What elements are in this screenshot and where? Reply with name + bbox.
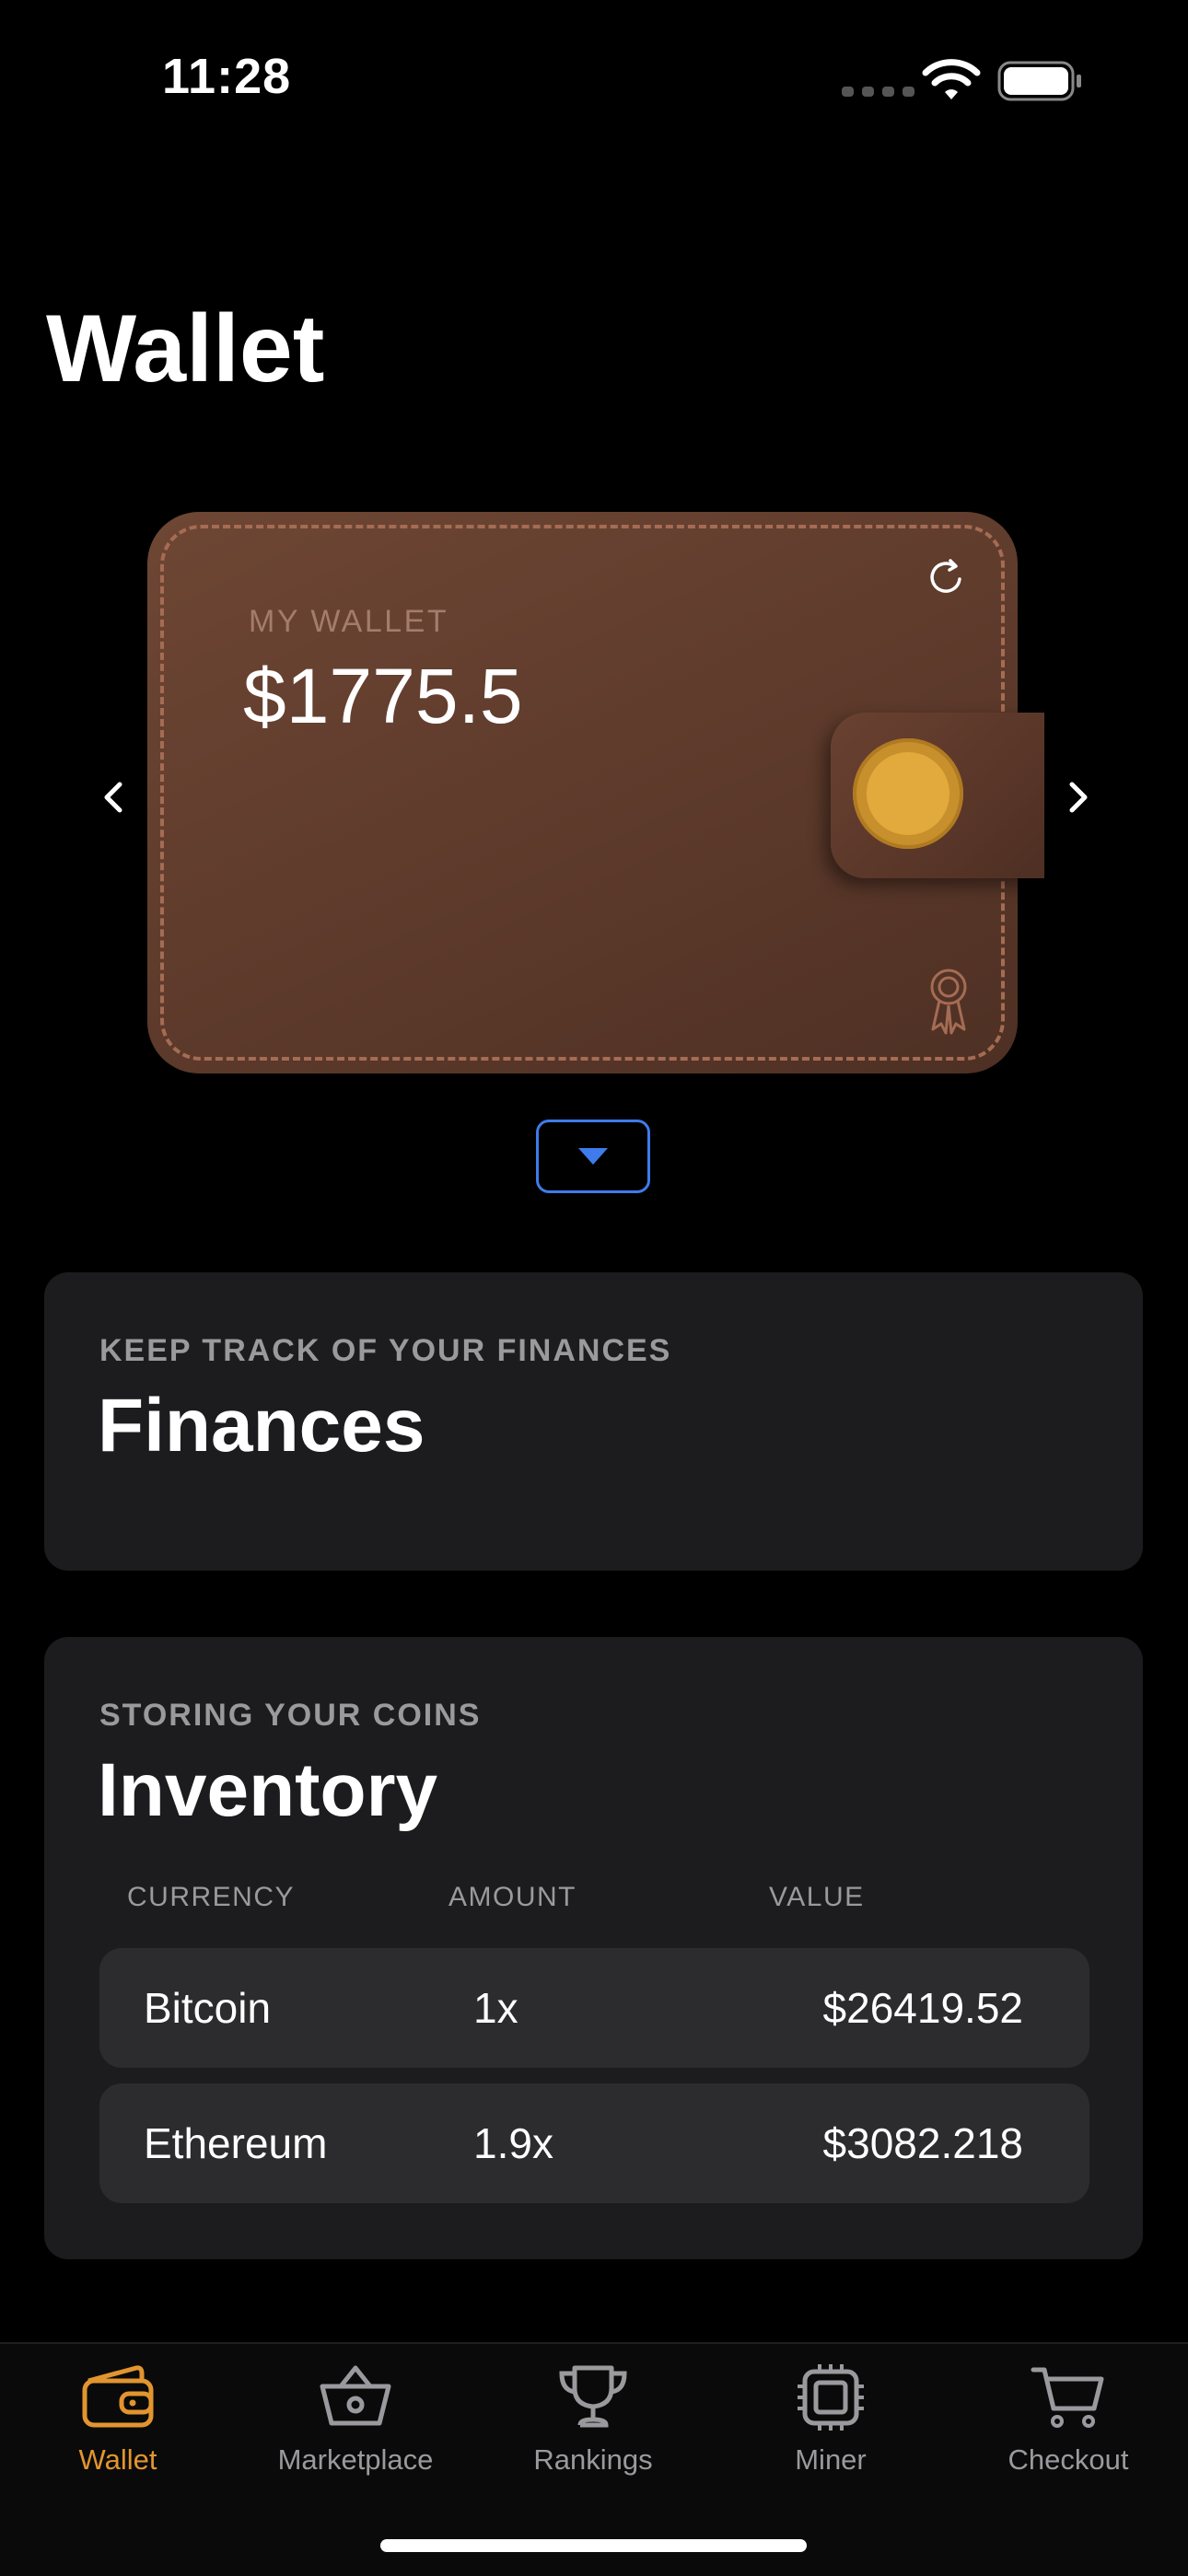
tab-label: Miner [795,2443,867,2476]
finances-title: Finances [98,1384,425,1468]
tab-miner[interactable]: Miner [729,2362,932,2477]
column-header-amount: AMOUNT [448,1882,577,1912]
caret-down-icon [578,1148,608,1165]
trophy-icon [559,2365,627,2428]
inventory-card: STORING YOUR COINS Inventory CURRENCY AM… [44,1637,1143,2259]
battery-icon [997,61,1081,101]
table-row[interactable]: Bitcoin 1x $26419.52 [99,1948,1089,2068]
currency-cell: Bitcoin [144,1984,272,2032]
tab-checkout[interactable]: Checkout [967,2362,1170,2477]
wallet-card[interactable]: MY WALLET $1775.5 [147,512,1044,1073]
home-indicator [380,2539,807,2552]
wallet-balance: $1775.5 [243,653,523,739]
finances-card[interactable]: KEEP TRACK OF YOUR FINANCES Finances [44,1272,1143,1571]
wallet-clasp [831,713,1044,878]
table-row[interactable]: Ethereum 1.9x $3082.218 [99,2083,1089,2203]
tab-label: Checkout [1007,2443,1129,2476]
tab-wallet[interactable]: Wallet [17,2362,219,2477]
inventory-eyebrow: STORING YOUR COINS [99,1698,482,1733]
status-time: 11:28 [162,49,292,104]
inventory-title: Inventory [98,1748,438,1832]
chevron-left-icon[interactable] [96,779,133,816]
currency-cell: Ethereum [144,2119,328,2167]
amount-cell: 1x [473,1984,518,2032]
expand-wallet-button[interactable] [536,1120,650,1193]
refresh-icon[interactable] [924,554,970,600]
coin-icon [853,738,963,849]
tab-rankings[interactable]: Rankings [492,2362,694,2477]
tab-marketplace[interactable]: Marketplace [254,2362,457,2477]
tab-label: Marketplace [277,2443,434,2476]
wallet-label: MY WALLET [249,604,449,639]
value-cell: $26419.52 [822,1984,1023,2032]
award-ribbon-icon [930,969,967,1035]
tab-label: Wallet [78,2443,157,2476]
chevron-right-icon[interactable] [1059,779,1096,816]
wifi-icon [922,59,981,99]
tab-label: Rankings [533,2443,653,2476]
basket-icon [320,2365,391,2426]
cellular-signal-icon [842,87,914,97]
column-header-value: VALUE [769,1882,865,1912]
wallet-icon [82,2365,154,2428]
cpu-icon [798,2364,864,2431]
column-header-currency: CURRENCY [127,1882,296,1912]
amount-cell: 1.9x [473,2119,553,2167]
finances-eyebrow: KEEP TRACK OF YOUR FINANCES [99,1333,672,1368]
cart-icon [1031,2367,1104,2428]
page-title: Wallet [46,296,325,402]
value-cell: $3082.218 [822,2119,1023,2167]
